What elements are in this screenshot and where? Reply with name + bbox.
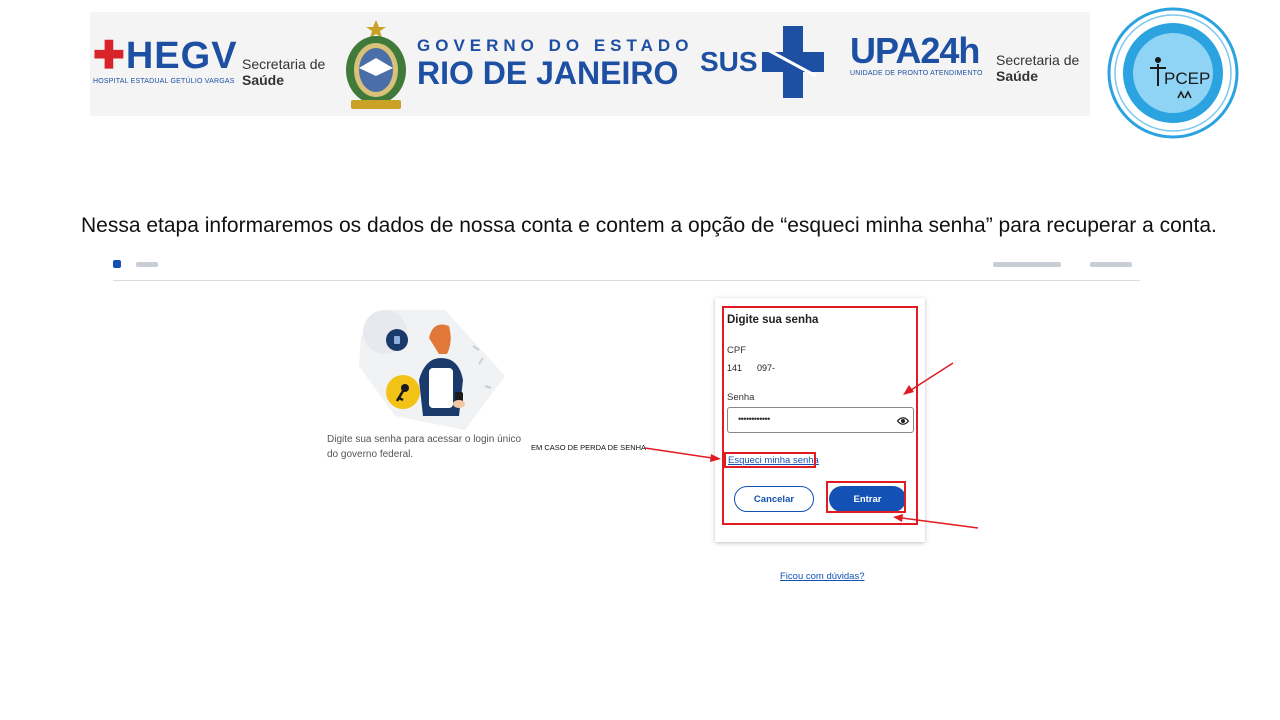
highlight-box-forgot — [724, 452, 816, 468]
cpf-label: CPF — [727, 345, 746, 356]
secretaria-saude-logo-left: Secretaria de Saúde — [242, 56, 326, 88]
header-fragment-left — [136, 262, 158, 267]
illustration-description: Digite sua senha para acessar o login ún… — [327, 434, 522, 460]
pcep-logo-text: PCEP — [1164, 69, 1210, 88]
sus-logo: SUS — [700, 26, 824, 98]
header-fragment-right — [993, 262, 1061, 267]
sus-cross-icon — [761, 26, 824, 98]
secretaria-saude-logo-right: Secretaria de Saúde — [996, 52, 1080, 84]
header-divider — [113, 280, 1140, 281]
lock-icon — [386, 329, 408, 351]
password-label: Senha — [727, 392, 755, 403]
upa24h-logo: UPA24h UNIDADE DE PRONTO ATENDIMENTO — [850, 30, 983, 78]
highlight-box-submit — [826, 481, 906, 513]
eye-icon[interactable] — [897, 415, 909, 427]
help-link[interactable]: Ficou com dúvidas? — [780, 571, 864, 582]
governo-rj-logo: GOVERNO DO ESTADO RIO DE JANEIRO — [417, 36, 694, 91]
cpf-value: 141 097- — [727, 363, 776, 373]
hegv-logo: ✚HEGV HOSPITAL ESTADUAL GETÚLIO VARGAS — [93, 36, 238, 85]
password-value: •••••••••••• — [738, 414, 770, 424]
header-fragment-far-right — [1090, 262, 1132, 267]
password-illustration — [359, 310, 505, 430]
login-card-title: Digite sua senha — [727, 314, 819, 326]
slide-caption: Nessa etapa informaremos os dados de nos… — [81, 214, 1217, 237]
arrow-to-forgot-link — [644, 447, 721, 462]
govbr-logo-fragment — [113, 260, 121, 268]
cancel-button[interactable]: Cancelar — [734, 486, 814, 512]
password-field[interactable]: •••••••••••• — [727, 407, 914, 433]
coat-of-arms-emblem — [346, 20, 406, 109]
hegv-logo-subtitle: HOSPITAL ESTADUAL GETÚLIO VARGAS — [93, 78, 235, 85]
key-icon — [386, 375, 420, 409]
pcep-logo: PCEP — [1107, 7, 1239, 139]
hegv-logo-text: ✚HEGV — [93, 35, 238, 77]
upa24h-logo-text: UPA24h — [850, 30, 980, 71]
annotation-label: EM CASO DE PERDA DE SENHA — [531, 443, 647, 452]
